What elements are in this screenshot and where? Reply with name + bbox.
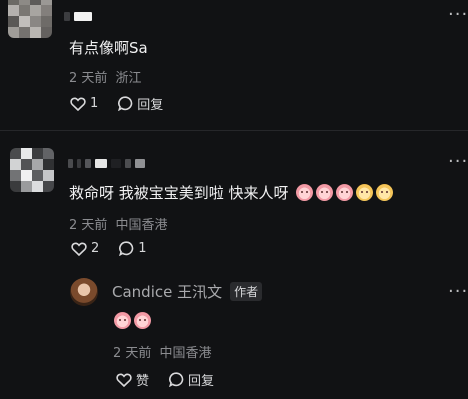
comment-meta: 2 天前 中国香港 — [69, 214, 168, 233]
reply-button[interactable]: 回复 — [169, 370, 214, 389]
reply-meta: 2 天前 中国香港 — [113, 342, 212, 361]
speech-bubble-icon — [169, 372, 184, 387]
avatar[interactable] — [8, 0, 52, 38]
smiling-face-icon — [356, 184, 374, 201]
reply-actions: 赞 回复 — [116, 370, 214, 389]
reply-label: 回复 — [188, 374, 215, 389]
author-name[interactable]: Candice 王汛文 — [112, 281, 222, 302]
reply-header: Candice 王汛文 作者 — [112, 281, 263, 302]
speech-bubble-icon — [119, 241, 134, 256]
blush-face-icon — [316, 184, 334, 201]
heart-icon — [71, 242, 87, 256]
username-blurred[interactable] — [64, 11, 92, 21]
like-button[interactable]: 赞 — [116, 370, 149, 389]
blush-face-icon — [336, 184, 354, 201]
emoji-row — [296, 184, 396, 202]
comment-text: 有点像啊Sa — [69, 39, 148, 57]
reply-emoji-row — [114, 311, 154, 330]
like-button[interactable]: 1 — [70, 96, 98, 111]
blush-face-icon — [134, 312, 151, 329]
blush-face-icon — [296, 184, 314, 201]
comment-text-row: 救命呀 我被宝宝美到啦 快来人呀 — [69, 182, 396, 203]
comment-location: 浙江 — [115, 71, 142, 86]
like-count: 2 — [91, 241, 100, 256]
smiling-face-icon — [376, 184, 394, 201]
like-button[interactable]: 2 — [71, 241, 99, 256]
comment-meta: 2 天前 浙江 — [69, 67, 142, 86]
like-label: 赞 — [136, 374, 150, 389]
username-blurred[interactable] — [68, 158, 145, 168]
more-dots-icon[interactable]: ··· — [448, 153, 468, 171]
comment-text: 救命呀 我被宝宝美到啦 快来人呀 — [69, 184, 289, 202]
more-dots-icon[interactable]: ··· — [448, 283, 468, 301]
reply-button[interactable]: 回复 — [118, 94, 163, 113]
blush-face-icon — [114, 312, 131, 329]
reply-label: 回复 — [137, 98, 164, 113]
author-avatar[interactable] — [70, 278, 98, 306]
heart-icon — [70, 97, 86, 111]
like-count: 1 — [90, 96, 99, 111]
reply-count: 1 — [138, 241, 147, 256]
comment-location: 中国香港 — [115, 218, 168, 233]
speech-bubble-icon — [118, 96, 133, 111]
author-badge: 作者 — [230, 282, 263, 301]
comment-actions: 2 1 — [71, 241, 147, 256]
divider — [0, 130, 468, 131]
heart-icon — [116, 373, 132, 387]
comment-time: 2 天前 — [69, 71, 108, 86]
more-dots-icon[interactable]: ··· — [448, 6, 468, 24]
reply-location: 中国香港 — [159, 346, 212, 361]
reply-time: 2 天前 — [113, 346, 152, 361]
comment-time: 2 天前 — [69, 218, 108, 233]
avatar[interactable] — [10, 148, 54, 192]
comment-actions: 1 回复 — [70, 94, 163, 113]
reply-button[interactable]: 1 — [119, 241, 147, 256]
